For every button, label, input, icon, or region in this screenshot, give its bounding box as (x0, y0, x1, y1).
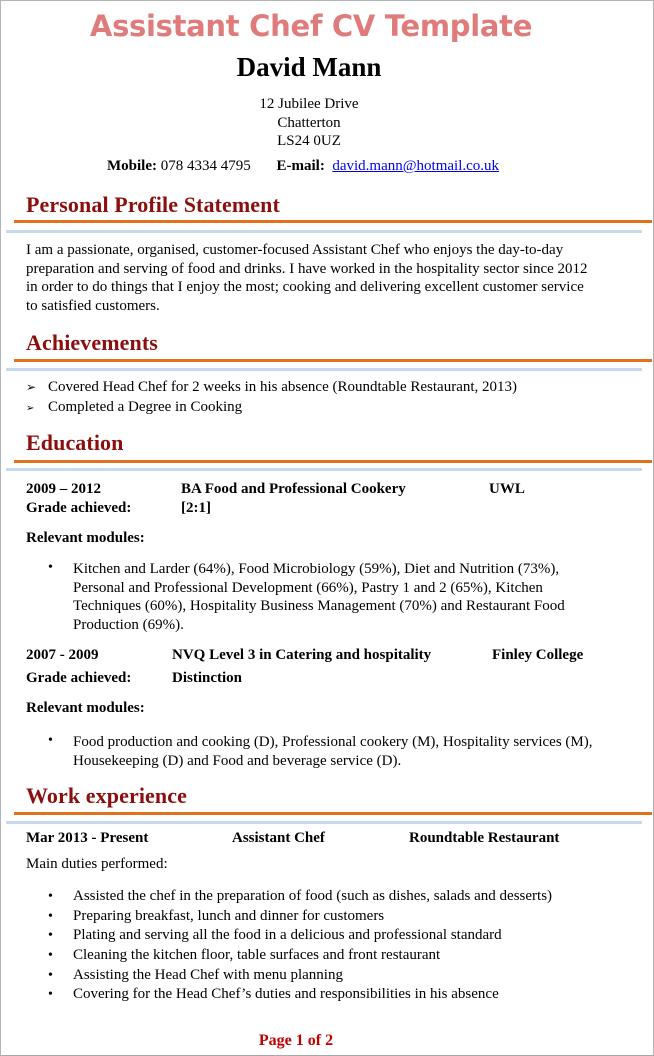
duty-item: • Cleaning the kitchen floor, table surfa… (48, 947, 440, 964)
bullet-dot-icon: • (48, 909, 53, 924)
job-dates: Mar 2013 - Present (26, 830, 149, 846)
education-modules: Food production and cooking (D), Profess… (73, 734, 593, 769)
grade-label: Grade achieved: (26, 500, 132, 516)
education-dates: 2009 – 2012 (26, 481, 101, 497)
address-line-3: LS24 0UZ (277, 133, 341, 149)
section-rule-orange (14, 460, 652, 463)
education-grade: Distinction (172, 670, 243, 686)
duty-item: • Assisted the chef in the preparation of… (48, 888, 552, 905)
achievement-item: ➢ Completed a Degree in Cooking (26, 399, 242, 416)
achievement-text: Completed a Degree in Cooking (48, 399, 243, 415)
section-heading-achievements: Achievements (26, 330, 158, 355)
arrowhead-bullet-icon: ➢ (26, 403, 35, 414)
bullet-dot-icon: • (48, 733, 53, 748)
address-line-1: 12 Jubilee Drive (259, 96, 359, 112)
arrowhead-bullet-icon: ➢ (26, 380, 37, 394)
achievement-item: ➢ Covered Head Chef for 2 weeks in his ab… (26, 379, 517, 396)
bullet-dot-icon: • (48, 928, 53, 943)
mobile-number: 078 4334 4795 (160, 158, 251, 174)
achievement-text: Covered Head Chef for 2 weeks in his abs… (48, 379, 518, 395)
duty-text: Plating and serving all the food in a de… (73, 927, 502, 943)
duty-item: • Plating and serving all the food in a d… (48, 927, 502, 944)
education-qualification: NVQ Level 3 in Catering and hospitality (172, 647, 432, 663)
bullet-dot-icon: • (48, 948, 53, 963)
bullet-dot-icon: • (48, 987, 53, 1002)
candidate-name: David Mann (236, 52, 382, 82)
education-institution: Finley College (492, 647, 584, 663)
duty-item: • Assisting the Head Chef with menu plann… (48, 967, 343, 984)
duty-text: Preparing breakfast, lunch and dinner fo… (73, 908, 385, 924)
bullet-dot-icon: • (48, 560, 53, 575)
contact-line: Mobile: 078 4334 4795 E-mail: david.mann… (107, 158, 499, 175)
section-rule-blue (6, 230, 642, 233)
cv-page: Assistant Chef CV Template David Mann 12… (0, 0, 654, 1056)
page-number: Page 1 of 2 (258, 1032, 334, 1049)
email-link[interactable]: david.mann@hotmail.co.uk (332, 158, 499, 174)
section-heading-work: Work experience (26, 783, 187, 808)
section-heading-education: Education (26, 430, 124, 455)
job-employer: Roundtable Restaurant (409, 830, 560, 846)
job-role: Assistant Chef (232, 830, 325, 846)
duty-text: Assisting the Head Chef with menu planni… (73, 967, 343, 983)
section-rule-orange (14, 359, 652, 362)
modules-label: Relevant modules: (26, 530, 145, 546)
section-rule-blue (6, 821, 642, 824)
education-dates: 2007 - 2009 (26, 647, 99, 663)
duty-text: Covering for the Head Chef’s duties and … (73, 986, 499, 1002)
modules-label: Relevant modules: (26, 700, 145, 716)
duty-text: Cleaning the kitchen floor, table surfac… (73, 947, 441, 963)
grade-label: Grade achieved: (26, 670, 132, 686)
education-modules: Kitchen and Larder (64%), Food Microbiol… (73, 561, 565, 633)
email-label: E-mail: (276, 158, 325, 174)
education-institution: UWL (489, 481, 525, 497)
duty-item: • Covering for the Head Chef’s duties and… (48, 986, 499, 1003)
profile-text: I am a passionate, organised, customer-f… (26, 242, 588, 314)
section-rule-orange (14, 220, 652, 223)
section-rule-blue (6, 468, 642, 471)
duty-text: Assisted the chef in the preparation of … (73, 888, 553, 904)
mobile-label: Mobile: (107, 158, 157, 174)
duties-label: Main duties performed: (26, 856, 168, 872)
section-rule-blue (6, 368, 642, 371)
bullet-dot-icon: • (48, 968, 53, 983)
bullet-dot-icon: • (48, 889, 53, 904)
duty-item: • Preparing breakfast, lunch and dinner f… (48, 908, 384, 925)
address-line-2: Chatterton (277, 115, 341, 131)
section-heading-profile: Personal Profile Statement (26, 192, 280, 217)
section-rule-orange (14, 812, 652, 815)
education-grade: [2:1] (181, 500, 211, 516)
document-title: Assistant Chef CV Template (89, 9, 533, 43)
education-qualification: BA Food and Professional Cookery (181, 481, 406, 497)
